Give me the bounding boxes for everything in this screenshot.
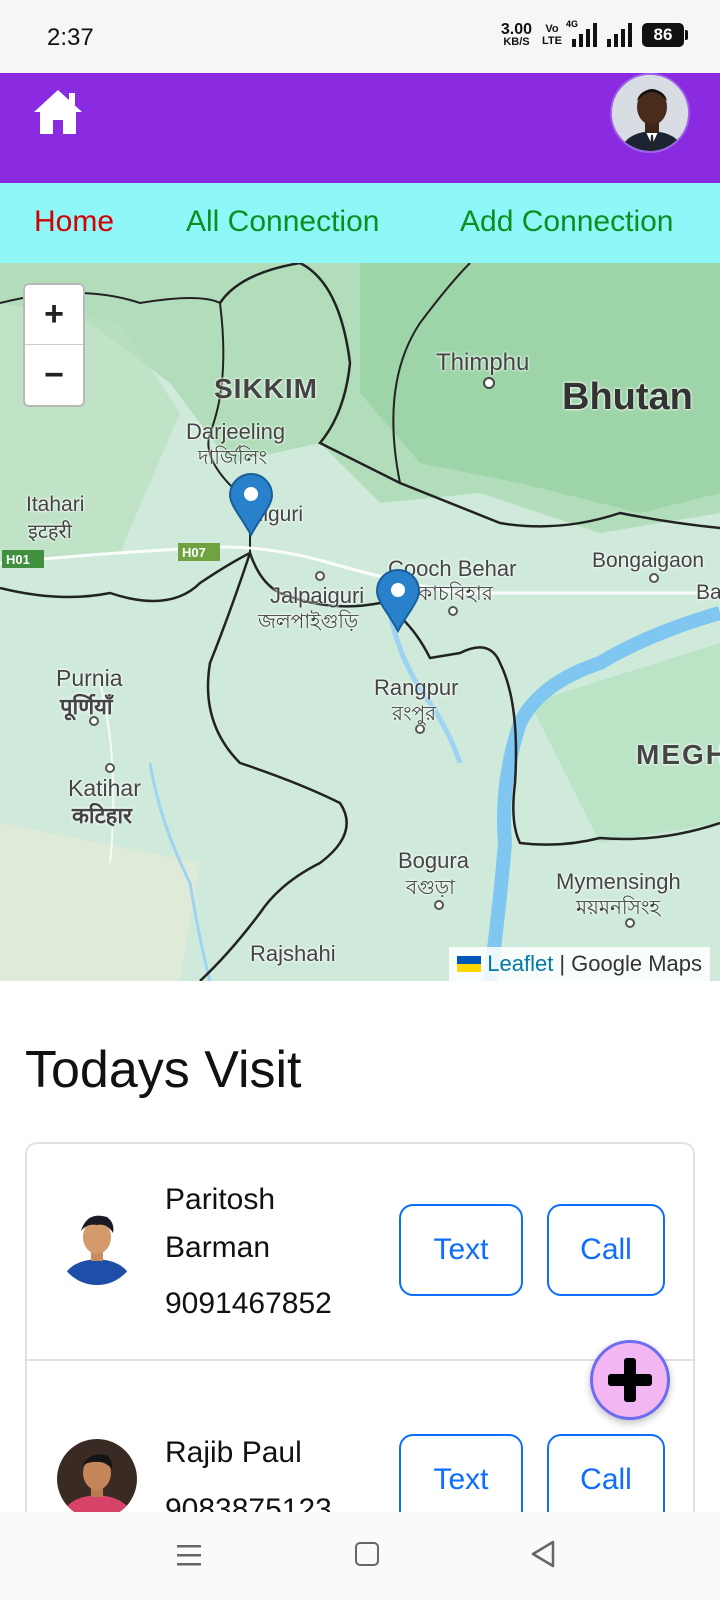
svg-text:H07: H07 [182, 545, 206, 560]
map[interactable]: H01 H07 SIKKIM Thimphu Bhutan Darjeeling… [0, 263, 720, 981]
map-label-mymensingh-local: ময়মনসিংহ [576, 897, 660, 919]
recents-menu-icon[interactable] [176, 1542, 202, 1568]
map-label-sikkim: SIKKIM [214, 373, 318, 404]
map-label-rangpur-local: রংপুর [392, 703, 437, 725]
map-label-bongaigaon: Bongaigaon [592, 549, 705, 572]
map-label-purnia-local: पूर्णियाँ [60, 694, 113, 719]
map-label-cooch-behar-local: কোচবিহার [410, 583, 493, 605]
status-bar: 2:37 3.00 KB/S Vo LTE 4G 86 [0, 0, 720, 73]
visit-phone: 9091467852 [165, 1287, 332, 1320]
avatar [57, 1205, 137, 1285]
map-label-megh: MEGH [636, 739, 720, 770]
map-label-thimphu: Thimphu [436, 349, 530, 376]
home-icon[interactable] [31, 87, 85, 137]
add-fab-button[interactable] [590, 1340, 670, 1420]
signal-icon-1: 4G [566, 19, 597, 47]
nav-add-connection[interactable]: Add Connection [460, 205, 674, 239]
nav-home[interactable]: Home [34, 205, 114, 239]
map-label-bogura-local: বগুড়া [406, 877, 455, 899]
system-nav-bar [0, 1512, 720, 1600]
map-marker-1[interactable] [228, 473, 274, 537]
call-button[interactable]: Call [547, 1204, 665, 1296]
map-label-itahari: Itahari [26, 493, 85, 516]
visit-name-line2: Barman [165, 1231, 271, 1264]
map-attribution: Leaflet | Google Maps [449, 947, 710, 981]
map-label-jalpaiguri: Jalpaiguri [270, 583, 365, 608]
leaflet-link[interactable]: Leaflet [487, 951, 553, 977]
zoom-in-button[interactable]: + [25, 285, 83, 345]
attribution-text: | Google Maps [559, 951, 702, 976]
status-time: 2:37 [47, 24, 94, 51]
volte-icon: Vo LTE [542, 23, 562, 47]
map-label-mymensingh: Mymensingh [556, 869, 681, 894]
map-label-darjeeling: Darjeeling [186, 419, 286, 444]
ukraine-flag-icon [457, 956, 482, 972]
text-button[interactable]: Text [399, 1204, 523, 1296]
svg-text:H01: H01 [6, 552, 30, 567]
map-label-bogura: Bogura [398, 848, 469, 873]
map-label-ba: Ba [696, 581, 720, 604]
visit-name: Paritosh [165, 1183, 276, 1216]
app-header [0, 73, 720, 183]
map-label-katihar-local: कटिहार [72, 803, 133, 828]
avatar [57, 1439, 137, 1519]
plus-icon [608, 1358, 652, 1402]
signal-icon-2 [607, 23, 632, 47]
status-icons: 3.00 KB/S Vo LTE 4G 86 [500, 19, 688, 48]
network-speed: 3.00 KB/S [500, 21, 533, 48]
map-label-bhutan: Bhutan [562, 376, 693, 418]
map-marker-2[interactable] [375, 569, 421, 633]
map-label-jalpaiguri-local: জলপাইগুড়ি [258, 611, 359, 633]
back-icon[interactable] [530, 1540, 556, 1568]
battery-icon: 86 [642, 23, 688, 47]
map-label-itahari-local: इटहरी [28, 521, 72, 543]
top-nav: Home All Connection Add Connection [0, 183, 720, 263]
map-label-rajshahi: Rajshahi [250, 941, 336, 966]
system-home-icon[interactable] [355, 1542, 379, 1566]
zoom-out-button[interactable]: − [25, 345, 83, 405]
zoom-control: + − [23, 283, 85, 407]
map-label-darjeeling-local: দার্জিলিং [198, 447, 268, 469]
profile-avatar[interactable] [610, 73, 690, 153]
map-label-katihar: Katihar [68, 775, 141, 801]
map-label-rangpur: Rangpur [374, 675, 459, 700]
visit-name: Rajib Paul [165, 1436, 302, 1469]
section-title: Todays Visit [25, 1041, 302, 1099]
nav-all-connection[interactable]: All Connection [186, 205, 379, 239]
list-item: Paritosh Barman 9091467852 Text Call [27, 1144, 693, 1359]
map-label-purnia: Purnia [56, 665, 123, 691]
